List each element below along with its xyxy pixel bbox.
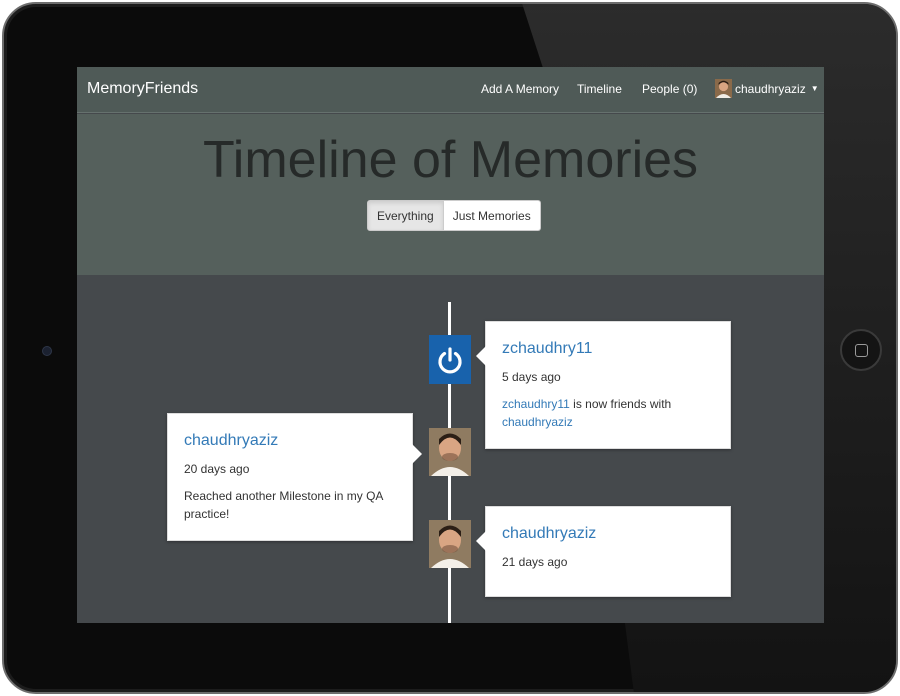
nav-add-memory[interactable]: Add A Memory — [481, 82, 559, 96]
power-symbol-icon — [438, 346, 462, 373]
navbar: MemoryFriends Add A Memory Timeline Peop… — [77, 67, 824, 113]
home-button[interactable] — [840, 329, 882, 371]
avatar-icon[interactable] — [429, 428, 471, 476]
screen: MemoryFriends Add A Memory Timeline Peop… — [77, 67, 824, 623]
page-title: Timeline of Memories — [202, 131, 699, 189]
entry-text: Reached another Milestone in my QA pract… — [184, 489, 383, 521]
nav-timeline[interactable]: Timeline — [577, 82, 622, 96]
filter-button-group: Everything Just Memories — [367, 200, 541, 231]
avatar-icon[interactable] — [429, 520, 471, 568]
camera-icon — [42, 346, 52, 356]
brand-link[interactable]: MemoryFriends — [87, 80, 198, 98]
timeline-entry: chaudhryaziz 21 days ago — [476, 506, 731, 597]
timeline-entry: chaudhryaziz 20 days ago Reached another… — [167, 413, 422, 541]
entry-text: zchaudhry11 is now friends with chaudhry… — [502, 395, 712, 431]
entry-username[interactable]: chaudhryaziz — [502, 525, 596, 543]
entry-time: 20 days ago — [184, 462, 250, 476]
entry-username[interactable]: zchaudhry11 — [502, 340, 592, 358]
user-menu-label: chaudhryaziz — [735, 81, 806, 96]
entry-time: 5 days ago — [502, 370, 561, 384]
caret-down-icon: ▼ — [810, 84, 819, 93]
card-pointer — [476, 531, 486, 551]
friend-link[interactable]: zchaudhry11 — [502, 397, 570, 411]
timeline-entry: zchaudhry11 5 days ago zchaudhry11 is no… — [476, 321, 731, 449]
entry-username[interactable]: chaudhryaziz — [184, 432, 278, 450]
user-menu[interactable]: chaudhryaziz ▼ — [715, 79, 819, 98]
home-square-icon — [854, 343, 868, 357]
entry-time: 21 days ago — [502, 555, 568, 569]
friend-link[interactable]: chaudhryaziz — [502, 415, 573, 429]
avatar-icon — [715, 79, 732, 98]
entry-text-middle: is now friends with — [569, 397, 672, 411]
nav-people[interactable]: People (0) — [642, 82, 697, 96]
page-header: Timeline of Memories Everything Just Mem… — [77, 114, 824, 275]
filter-everything-button[interactable]: Everything — [367, 200, 444, 231]
power-icon[interactable] — [429, 335, 471, 384]
filter-just-memories-button[interactable]: Just Memories — [443, 200, 541, 231]
card-pointer — [476, 346, 486, 366]
card-pointer — [412, 444, 422, 464]
